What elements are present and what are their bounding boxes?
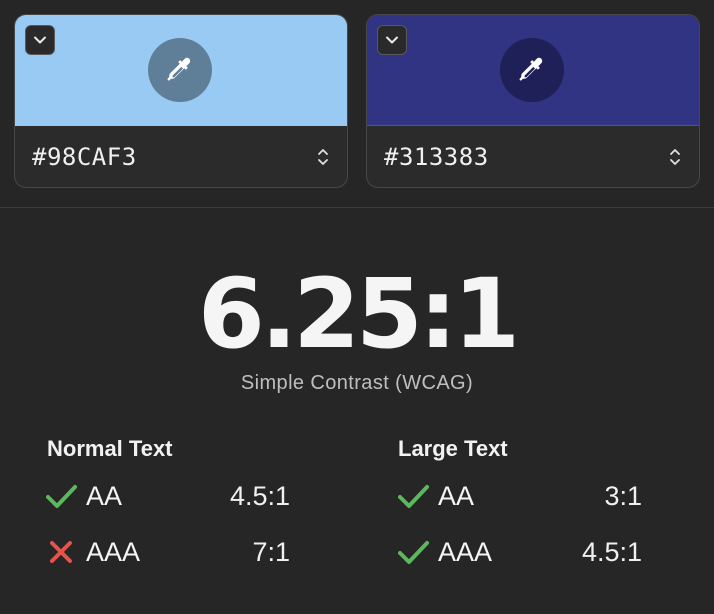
contrast-ratio: 6.25:1 [197, 258, 520, 370]
large-aa-level: AA [438, 480, 475, 511]
normal-aa-requirement: 4.5:1 [229, 480, 290, 511]
foreground-hex-input[interactable]: #98CAF3 [32, 143, 137, 171]
background-hex-row: #313383 [367, 126, 699, 187]
cross-icon [50, 541, 72, 563]
contrast-ratio-label: Simple Contrast (WCAG) [240, 372, 474, 394]
large-aaa-requirement: 4.5:1 [581, 536, 642, 567]
up-down-chevron-icon [318, 149, 328, 165]
large-text-title: Large Text [398, 436, 508, 461]
large-aaa-status [398, 536, 430, 568]
large-aa-requirement: 3:1 [604, 480, 642, 511]
chevron-down-icon [386, 36, 398, 44]
background-color-card: #313383 [366, 14, 700, 188]
large-aaa-row: AAA 4.5:1 [398, 532, 642, 572]
background-hex-input[interactable]: #313383 [384, 143, 489, 171]
eyedropper-icon [167, 57, 191, 81]
foreground-hex-row: #98CAF3 [15, 126, 347, 187]
checkmark-icon [398, 485, 429, 508]
chevron-down-icon [34, 36, 46, 44]
normal-aaa-requirement: 7:1 [252, 536, 290, 567]
foreground-color-card: #98CAF3 [14, 14, 348, 188]
background-collapse-button[interactable] [377, 25, 407, 55]
checkmark-icon [46, 485, 77, 508]
foreground-format-stepper[interactable] [315, 145, 331, 169]
normal-aaa-level: AAA [86, 536, 141, 567]
normal-aaa-status [46, 536, 78, 568]
up-down-chevron-icon [670, 149, 680, 165]
large-aa-status [398, 480, 430, 512]
background-eyedropper-button[interactable] [500, 38, 564, 102]
foreground-eyedropper-button[interactable] [148, 38, 212, 102]
normal-aaa-row: AAA 7:1 [46, 532, 290, 572]
normal-aa-status [46, 480, 78, 512]
checkmark-icon [398, 541, 429, 564]
foreground-collapse-button[interactable] [25, 25, 55, 55]
eyedropper-icon [519, 57, 543, 81]
section-divider [0, 207, 714, 208]
normal-aa-level: AA [86, 480, 123, 511]
normal-aa-row: AA 4.5:1 [46, 476, 290, 516]
normal-text-title: Normal Text [47, 436, 173, 461]
large-aa-row: AA 3:1 [398, 476, 642, 516]
background-format-stepper[interactable] [667, 145, 683, 169]
large-aaa-level: AAA [438, 536, 493, 567]
